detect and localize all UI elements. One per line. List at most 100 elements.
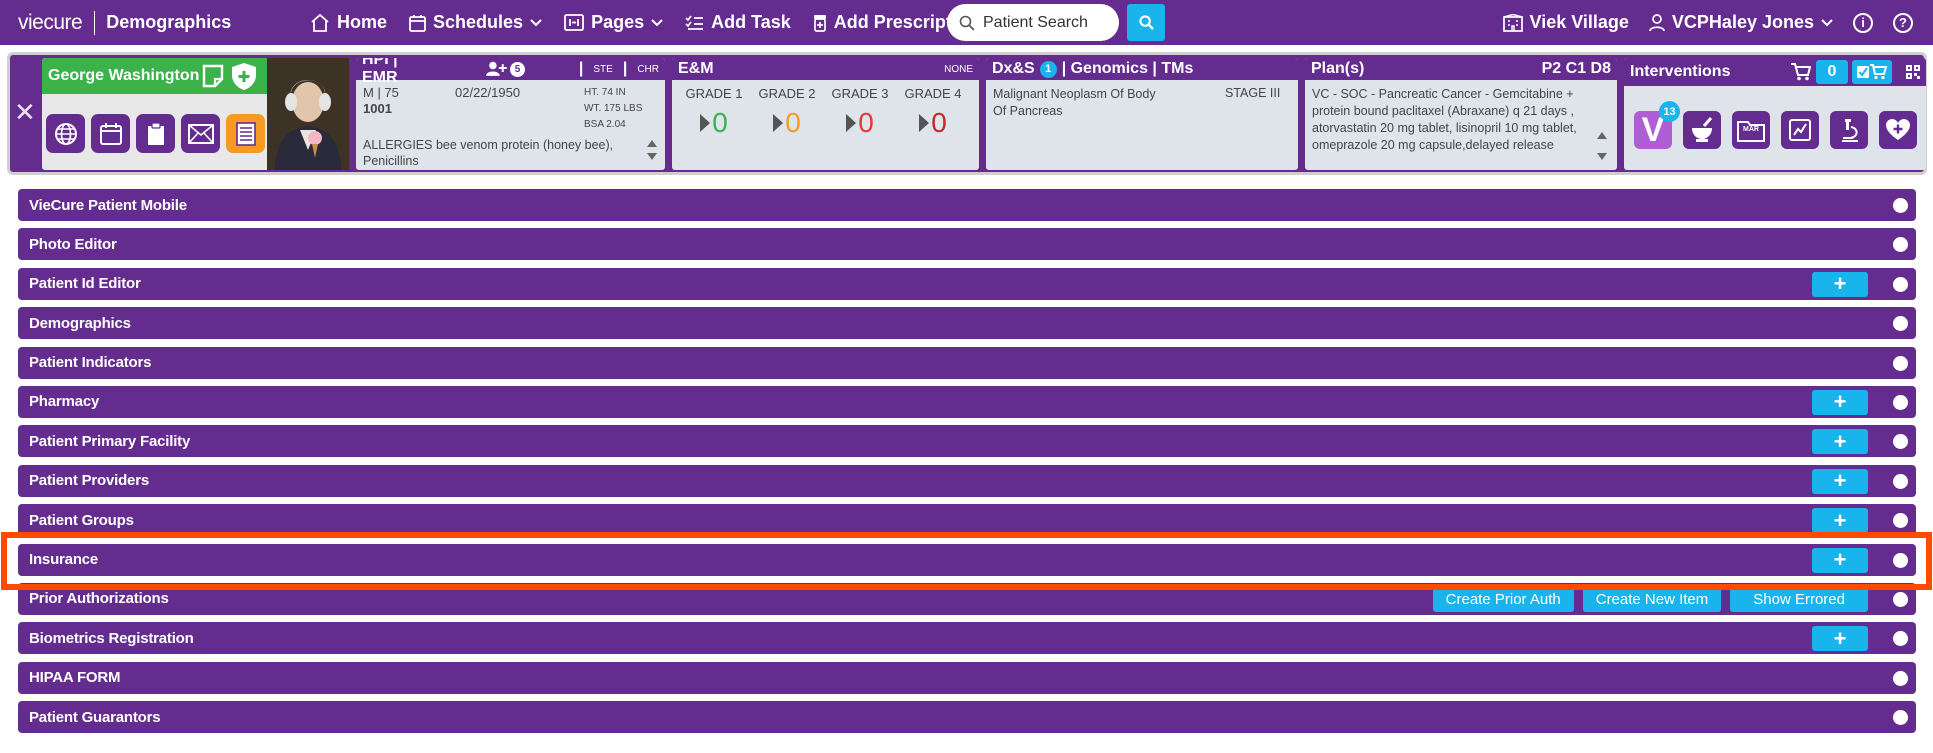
envelope-icon (187, 123, 214, 144)
toggle-dot[interactable] (1893, 276, 1908, 292)
grade-2[interactable]: GRADE 2 0 (752, 86, 822, 139)
nav-add-task[interactable]: Add Task (685, 12, 791, 33)
patient-photo[interactable] (267, 58, 349, 170)
close-icon[interactable]: ✕ (14, 97, 36, 128)
add-insurance-button[interactable]: + (1812, 547, 1868, 573)
mail-button[interactable] (181, 114, 220, 153)
add-user-icon[interactable] (486, 61, 508, 77)
microscope-icon (1842, 119, 1858, 142)
user-menu[interactable]: VCPHaley Jones (1649, 12, 1833, 33)
section-pharmacy[interactable]: Pharmacy + (18, 385, 1916, 418)
date-of-birth: 02/22/1950 (455, 85, 521, 100)
search-button[interactable] (1127, 4, 1165, 41)
grade-4[interactable]: GRADE 4 0 (898, 86, 968, 139)
add-button[interactable]: + (1812, 468, 1868, 494)
prescription-icon (813, 14, 826, 32)
section-insurance[interactable]: Insurance + (18, 543, 1916, 576)
add-button[interactable]: + (1812, 389, 1868, 415)
calendar-button[interactable] (91, 114, 130, 153)
dxs-panel[interactable]: Dx&S 1 | Genomics | TMs Malignant Neopla… (986, 58, 1298, 170)
section-biometrics-registration[interactable]: Biometrics Registration + (18, 622, 1916, 655)
line-chart-icon (1789, 119, 1811, 141)
section-label: VieCure Patient Mobile (29, 196, 187, 214)
brand-divider (94, 10, 96, 35)
chr-label[interactable]: CHR (637, 64, 659, 75)
plan-scroll[interactable] (1595, 132, 1609, 160)
add-button[interactable]: + (1812, 271, 1868, 297)
toggle-dot[interactable] (1893, 316, 1908, 332)
toggle-dot[interactable] (1893, 552, 1908, 568)
interventions-icons: V 13 MAR (1634, 101, 1926, 149)
hpi-emr-panel[interactable]: HPI | EMR 5 | STE | CHR M | 75 02/22/195… (356, 58, 665, 170)
toggle-dot[interactable] (1893, 591, 1908, 607)
section-viecure-patient-mobile[interactable]: VieCure Patient Mobile (18, 189, 1916, 221)
cart-count[interactable]: 0 (1816, 60, 1848, 84)
section-patient-providers[interactable]: Patient Providers + (18, 464, 1916, 497)
lab-button[interactable] (1830, 111, 1868, 149)
checkout-button[interactable] (1852, 60, 1892, 84)
section-photo-editor[interactable]: Photo Editor (18, 228, 1916, 261)
pharmacy-button[interactable] (1683, 111, 1721, 149)
create-new-item-button[interactable]: Create New Item (1582, 586, 1722, 612)
section-hipaa-form[interactable]: HIPAA FORM (18, 661, 1916, 694)
toggle-dot[interactable] (1893, 434, 1908, 450)
shield-plus-icon[interactable] (231, 62, 257, 91)
patient-mrn: 1001 (363, 101, 392, 116)
health-button[interactable] (1879, 111, 1917, 149)
cart-icon[interactable] (1791, 63, 1811, 81)
toggle-dot[interactable] (1893, 394, 1908, 410)
section-patient-guarantors[interactable]: Patient Guarantors (18, 701, 1916, 734)
toggle-dot[interactable] (1893, 513, 1908, 529)
em-panel[interactable]: E&M NONE GRADE 1 0 GRADE 2 0 GRADE 3 0 G… (672, 58, 979, 170)
section-patient-groups[interactable]: Patient Groups + (18, 504, 1916, 537)
add-button[interactable]: + (1812, 429, 1868, 455)
qr-code-icon[interactable] (1906, 65, 1920, 79)
add-button[interactable]: + (1812, 626, 1868, 652)
user-icon (1649, 13, 1665, 31)
help-icon[interactable]: ? (1893, 12, 1913, 33)
toggle-dot[interactable] (1893, 237, 1908, 253)
grade-1[interactable]: GRADE 1 0 (679, 86, 749, 139)
toggle-dot[interactable] (1893, 198, 1908, 213)
patient-name[interactable]: George Washington (48, 67, 199, 85)
grade-3[interactable]: GRADE 3 0 (825, 86, 895, 139)
cart-check-icon (1857, 64, 1888, 80)
section-demographics[interactable]: Demographics (18, 307, 1916, 340)
toggle-dot[interactable] (1893, 710, 1908, 726)
add-button[interactable]: + (1812, 508, 1868, 534)
section-patient-indicators[interactable]: Patient Indicators (18, 346, 1916, 379)
ste-label[interactable]: STE (593, 64, 612, 75)
section-patient-primary-facility[interactable]: Patient Primary Facility + (18, 425, 1916, 458)
document-button[interactable] (226, 114, 265, 153)
toggle-dot[interactable] (1893, 355, 1908, 371)
nav-home[interactable]: Home (310, 12, 387, 33)
home-icon (311, 13, 329, 32)
allergies-scroll[interactable] (645, 140, 659, 160)
sticky-note-icon[interactable] (202, 64, 224, 88)
toggle-dot[interactable] (1893, 631, 1908, 647)
section-prior-authorizations[interactable]: Prior Authorizations Create Prior Auth C… (18, 582, 1916, 615)
nav-schedules[interactable]: Schedules (409, 12, 542, 33)
plans-panel[interactable]: Plan(s) P2 C1 D8 VC - SOC - Pancreatic C… (1305, 58, 1617, 170)
heart-plus-icon (1886, 119, 1910, 140)
mar-button[interactable]: MAR (1732, 111, 1770, 149)
chevron-down-icon (1821, 18, 1833, 26)
hpi-badge[interactable]: 5 (510, 61, 525, 77)
toggle-dot[interactable] (1893, 670, 1908, 686)
section-patient-id-editor[interactable]: Patient Id Editor + (18, 267, 1916, 300)
patient-search (947, 4, 1119, 41)
show-errored-button[interactable]: Show Errored (1730, 586, 1868, 612)
clipboard-button[interactable] (136, 114, 175, 153)
globe-button[interactable] (46, 114, 85, 153)
em-status: NONE (944, 63, 973, 75)
toggle-dot[interactable] (1893, 473, 1908, 489)
viecure-logo[interactable]: viecure (18, 11, 83, 35)
location-selector[interactable]: Viek Village (1502, 12, 1629, 33)
info-icon[interactable]: i (1853, 12, 1873, 33)
patient-search-input[interactable] (983, 13, 1113, 32)
dxs-title-suffix[interactable]: | Genomics | TMs (1062, 60, 1194, 78)
create-prior-auth-button[interactable]: Create Prior Auth (1432, 586, 1574, 612)
nav-pages[interactable]: Pages (564, 12, 663, 33)
chart-button[interactable] (1781, 111, 1819, 149)
viecure-v-button[interactable]: V 13 (1634, 101, 1680, 149)
